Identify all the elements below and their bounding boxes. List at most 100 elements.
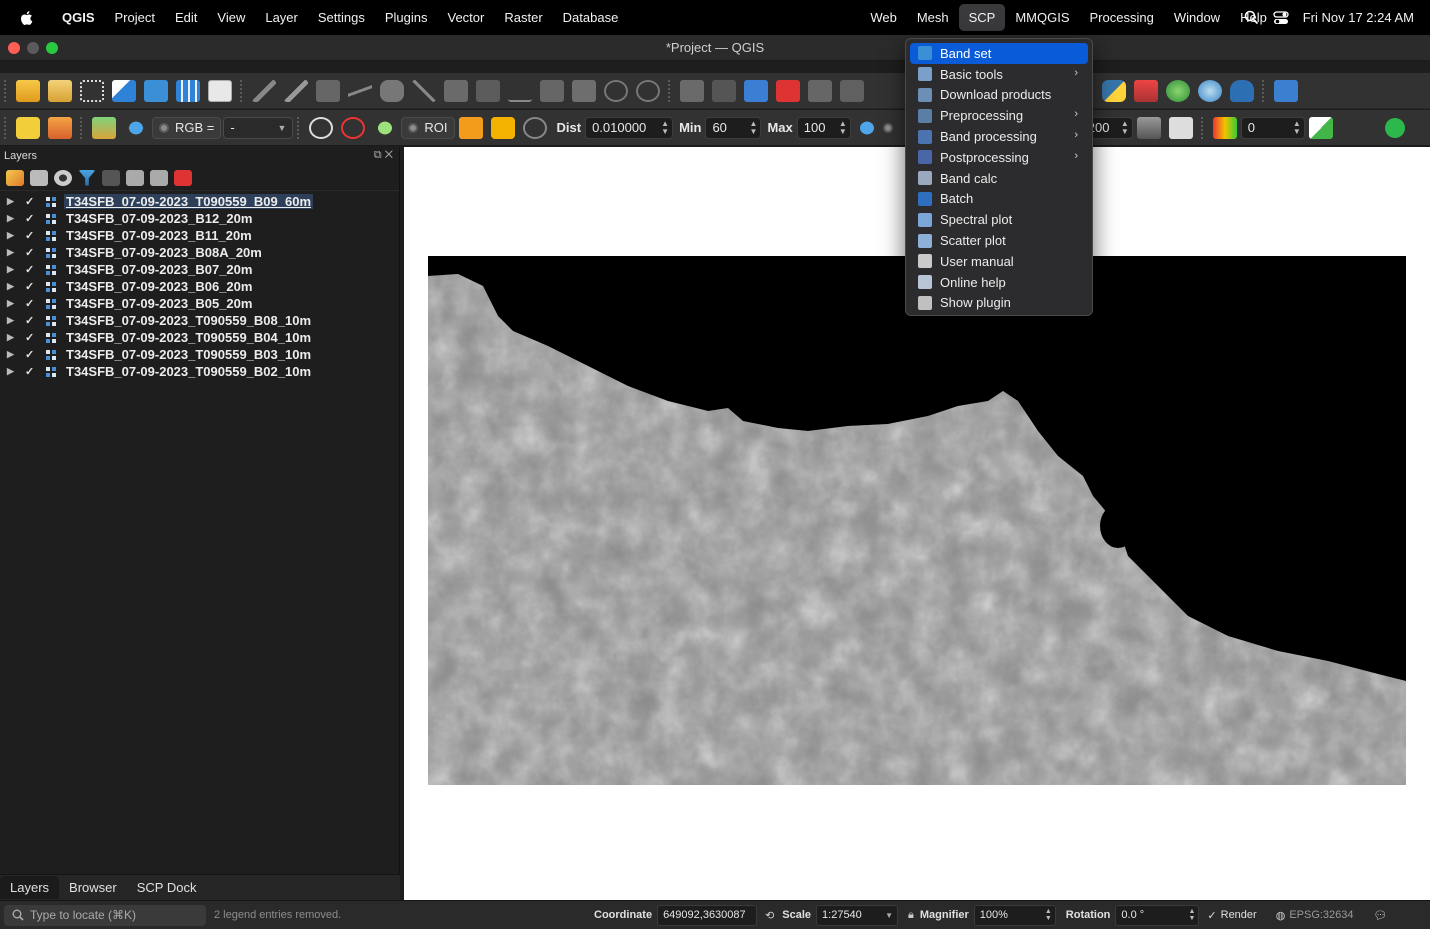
layer-visibility-checkbox[interactable]: ✓ — [25, 365, 37, 378]
collapse-all-icon[interactable] — [150, 169, 168, 186]
layer-visibility-checkbox[interactable]: ✓ — [25, 331, 37, 344]
roi-radio-icon[interactable] — [408, 122, 419, 133]
kml-icon[interactable] — [1168, 116, 1193, 139]
expand-caret-icon[interactable]: ▶ — [7, 315, 15, 326]
add-line-icon[interactable] — [348, 79, 372, 102]
share-icon[interactable] — [1384, 117, 1405, 138]
menu-view[interactable]: View — [207, 4, 255, 31]
manage-visibility-icon[interactable] — [54, 169, 72, 186]
scp-logo-icon[interactable] — [16, 116, 40, 139]
spinner-arrows-icon[interactable]: ▲ ▼ — [1293, 119, 1301, 136]
layer-visibility-checkbox[interactable]: ✓ — [25, 280, 37, 293]
add-raster-icon[interactable] — [176, 79, 200, 102]
menu-item-preprocessing[interactable]: Preprocessing › — [910, 105, 1088, 126]
layer-visibility-checkbox[interactable]: ✓ — [25, 263, 37, 276]
add-roi-icon[interactable] — [490, 116, 515, 139]
run-icon[interactable] — [1308, 116, 1333, 139]
open-project-icon[interactable] — [48, 79, 72, 102]
settings-gear-icon[interactable] — [1198, 79, 1222, 102]
layer-row[interactable]: ▶ ✓ T34SFB_07-09-2023_B07_20m — [0, 261, 399, 278]
spinner-arrows-icon[interactable]: ▲ ▼ — [661, 119, 669, 136]
modify-attributes-icon[interactable] — [444, 79, 468, 102]
spinner-arrows-icon[interactable]: ▲ ▼ — [839, 119, 847, 136]
zoom-input-icon[interactable] — [124, 116, 148, 139]
layer-visibility-checkbox[interactable]: ✓ — [25, 348, 37, 361]
min-spinbox[interactable]: 60 ▲ ▼ — [705, 116, 762, 139]
filter-legend-icon[interactable] — [78, 169, 96, 186]
scp-folder-icon[interactable] — [48, 116, 72, 139]
dist-spinbox[interactable]: 0.010000 ▲ ▼ — [585, 116, 674, 139]
label-tool-icon[interactable] — [680, 79, 704, 102]
undo-icon[interactable] — [604, 79, 628, 102]
spinner-arrows-icon[interactable]: ▲ ▼ — [1121, 119, 1129, 136]
tab-layers[interactable]: Layers — [0, 876, 60, 899]
layer-visibility-checkbox[interactable]: ✓ — [25, 212, 37, 225]
new-project-icon[interactable] — [16, 79, 40, 102]
add-vector-icon[interactable] — [208, 79, 232, 102]
menu-plugins[interactable]: Plugins — [375, 4, 438, 31]
expand-caret-icon[interactable]: ▶ — [7, 298, 15, 309]
layer-row[interactable]: ▶ ✓ T34SFB_07-09-2023_B05_20m — [0, 295, 399, 312]
layer-visibility-checkbox[interactable]: ✓ — [25, 314, 37, 327]
new-layer-icon[interactable] — [144, 79, 168, 102]
float-panel-icon[interactable]: ⧉ — [374, 149, 382, 161]
menu-settings[interactable]: Settings — [308, 4, 375, 31]
crs-globe-icon[interactable]: ◍ — [1276, 909, 1286, 922]
menu-item-band-set[interactable]: Band set — [910, 43, 1088, 64]
layer-visibility-checkbox[interactable]: ✓ — [25, 246, 37, 259]
menu-item-scatter-plot[interactable]: Scatter plot — [910, 230, 1088, 251]
spectral-signature-red-icon[interactable] — [341, 116, 366, 139]
layer-row[interactable]: ▶ ✓ T34SFB_07-09-2023_T090559_B08_10m — [0, 312, 399, 329]
create-roi-icon[interactable] — [458, 116, 483, 139]
digitize-icon[interactable] — [112, 79, 136, 102]
label-abc-red-icon[interactable] — [776, 79, 800, 102]
tab-scp-dock[interactable]: SCP Dock — [127, 876, 207, 899]
menu-item-batch[interactable]: Batch — [910, 189, 1088, 210]
label-rotate-icon[interactable] — [840, 79, 864, 102]
spectral-signature-icon[interactable] — [309, 116, 334, 139]
zoom-to-image-icon[interactable] — [92, 116, 116, 139]
apple-icon[interactable] — [18, 9, 36, 27]
expand-caret-icon[interactable]: ▶ — [7, 349, 15, 360]
layer-row[interactable]: ▶ ✓ T34SFB_07-09-2023_B08A_20m — [0, 244, 399, 261]
menu-item-user-manual[interactable]: User manual — [910, 251, 1088, 272]
menubar-clock[interactable]: Fri Nov 17 2:24 AM — [1303, 10, 1414, 25]
layer-row[interactable]: ▶ ✓ T34SFB_07-09-2023_B06_20m — [0, 278, 399, 295]
render-checkbox[interactable]: ✓ — [1207, 909, 1216, 922]
expand-caret-icon[interactable]: ▶ — [7, 213, 15, 224]
menu-scp[interactable]: SCP — [958, 4, 1006, 31]
menu-item-band-processing[interactable]: Band processing › — [910, 126, 1088, 147]
chart-tool-icon[interactable] — [1134, 79, 1158, 102]
rotation-spinbox[interactable]: 0.0 ° ▲ ▼ — [1115, 904, 1200, 926]
control-center-icon[interactable] — [1273, 10, 1289, 25]
layer-row[interactable]: ▶ ✓ T34SFB_07-09-2023_T090559_B02_10m — [0, 363, 399, 380]
menu-raster[interactable]: Raster — [494, 4, 552, 31]
cloud-icon[interactable] — [1230, 79, 1254, 102]
expand-caret-icon[interactable]: ▶ — [7, 332, 15, 343]
rgb-selector[interactable]: RGB = — [152, 116, 222, 139]
green-globe-icon[interactable] — [1166, 79, 1190, 102]
filter-expression-icon[interactable] — [102, 169, 120, 186]
cut-features-icon[interactable] — [508, 80, 532, 102]
menu-web[interactable]: Web — [860, 4, 907, 31]
save-edits-icon[interactable] — [316, 79, 340, 102]
spinner-arrows-icon[interactable]: ▲ ▼ — [1188, 908, 1195, 922]
layer-row[interactable]: ▶ ✓ T34SFB_07-09-2023_B11_20m — [0, 227, 399, 244]
menu-vector[interactable]: Vector — [438, 4, 495, 31]
expand-caret-icon[interactable]: ▶ — [7, 281, 15, 292]
raster-layer-image[interactable] — [428, 256, 1406, 785]
spinner-arrows-icon[interactable]: ▲ ▼ — [750, 119, 758, 136]
menu-item-online-help[interactable]: Online help — [910, 272, 1088, 293]
menu-app-name[interactable]: QGIS — [52, 4, 105, 31]
expand-all-icon[interactable] — [126, 169, 144, 186]
edit-pencil-icon[interactable] — [252, 79, 276, 102]
expand-caret-icon[interactable]: ▶ — [7, 247, 15, 258]
menu-item-show-plugin[interactable]: Show plugin — [910, 293, 1088, 314]
style-manager-icon[interactable] — [6, 169, 24, 186]
layer-visibility-checkbox[interactable]: ✓ — [25, 297, 37, 310]
menu-edit[interactable]: Edit — [165, 4, 207, 31]
magnifier-spinbox[interactable]: 100% ▲ ▼ — [973, 904, 1056, 926]
layer-row[interactable]: ▶ ✓ T34SFB_07-09-2023_T090559_B09_60m — [0, 193, 399, 210]
layer-row[interactable]: ▶ ✓ T34SFB_07-09-2023_T090559_B04_10m — [0, 329, 399, 346]
coordinate-field[interactable]: 649092,3630087 — [657, 904, 758, 926]
